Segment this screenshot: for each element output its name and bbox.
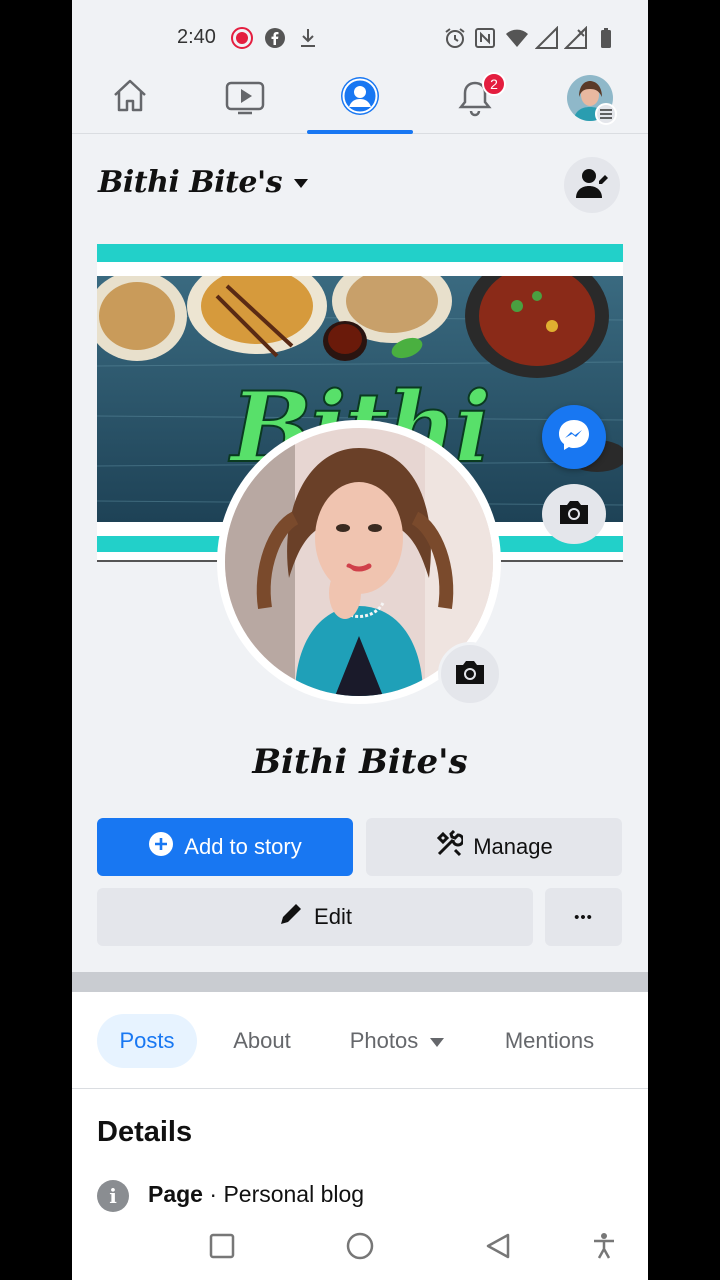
battery-icon	[594, 26, 618, 50]
video-icon	[224, 76, 266, 121]
nav-home-button[interactable]	[82, 62, 178, 134]
avatar	[567, 75, 617, 125]
notification-badge: 2	[482, 72, 506, 96]
camera-icon	[557, 498, 591, 531]
edit-cover-button[interactable]	[542, 484, 606, 544]
details-heading: Details	[97, 1116, 193, 1148]
home-system-button[interactable]	[344, 1232, 376, 1264]
messenger-button[interactable]	[542, 405, 606, 469]
back-triangle-icon	[484, 1232, 512, 1265]
no-signal-icon	[563, 25, 588, 50]
back-button[interactable]	[482, 1232, 514, 1264]
alarm-icon	[443, 26, 467, 50]
edit-profile-picture-button[interactable]	[438, 642, 502, 706]
more-icon: •••	[574, 908, 593, 926]
page-switcher-name[interactable]: Bithi Bite's	[98, 165, 283, 200]
accessibility-icon	[592, 1232, 616, 1265]
signal-icon	[534, 25, 559, 50]
add-to-story-button[interactable]: Add to story	[97, 818, 353, 876]
phone-screen: 2:40 2 Bithi Bite's Bithi Bite's Add to …	[72, 0, 648, 1280]
details-category-row: Page · Personal blog	[148, 1181, 364, 1208]
profile-name: Bithi Bite's	[252, 742, 468, 782]
tab-posts-label: Posts	[119, 1028, 175, 1053]
nav-menu-avatar[interactable]	[542, 62, 638, 134]
facebook-icon	[263, 26, 287, 50]
tab-mentions[interactable]: Mentions	[492, 1014, 607, 1068]
tab-mentions-label: Mentions	[504, 1028, 595, 1053]
system-nav-bar	[72, 1214, 648, 1280]
switch-profile-button[interactable]	[564, 157, 620, 213]
status-time: 2:40	[177, 26, 216, 48]
caret-down-icon	[430, 1028, 445, 1054]
tab-about-label: About	[233, 1028, 291, 1053]
recording-icon	[230, 26, 254, 50]
top-nav: 2	[72, 62, 648, 134]
accessibility-button[interactable]	[588, 1232, 620, 1264]
nav-video-button[interactable]	[197, 62, 293, 134]
tab-posts[interactable]: Posts	[97, 1014, 197, 1068]
tab-photos-label: Photos	[349, 1028, 419, 1053]
cover-band-top	[97, 244, 623, 262]
menu-icon	[595, 103, 617, 125]
user-edit-icon	[575, 167, 609, 204]
tools-icon	[435, 829, 465, 864]
plus-circle-icon	[148, 831, 174, 863]
details-label: Page	[148, 1181, 203, 1207]
more-options-button[interactable]: •••	[545, 888, 622, 946]
manage-label: Manage	[473, 834, 553, 859]
pencil-icon	[278, 901, 304, 933]
details-category: Personal blog	[223, 1181, 365, 1207]
camera-icon	[453, 658, 487, 691]
square-icon	[209, 1233, 235, 1264]
add-to-story-label: Add to story	[184, 834, 302, 859]
info-icon: i	[97, 1180, 129, 1212]
circle-icon	[346, 1232, 374, 1265]
download-icon	[296, 26, 320, 50]
caret-down-icon[interactable]	[294, 179, 308, 188]
manage-button[interactable]: Manage	[366, 818, 622, 876]
messenger-icon	[555, 416, 593, 459]
section-divider	[72, 972, 648, 992]
edit-label: Edit	[314, 904, 352, 929]
tab-about[interactable]: About	[222, 1014, 302, 1068]
active-tab-indicator	[307, 130, 413, 134]
profile-icon	[339, 75, 381, 122]
nav-notifications-button[interactable]: 2	[427, 62, 523, 134]
details-separator: ·	[202, 1181, 224, 1207]
nfc-icon	[473, 26, 497, 50]
home-icon	[110, 76, 150, 121]
tab-photos[interactable]: Photos	[337, 1014, 457, 1068]
wifi-icon	[505, 26, 529, 50]
edit-button[interactable]: Edit	[97, 888, 533, 946]
tabs-divider	[72, 1088, 648, 1089]
nav-profile-button[interactable]	[312, 62, 408, 134]
recents-button[interactable]	[206, 1232, 238, 1264]
